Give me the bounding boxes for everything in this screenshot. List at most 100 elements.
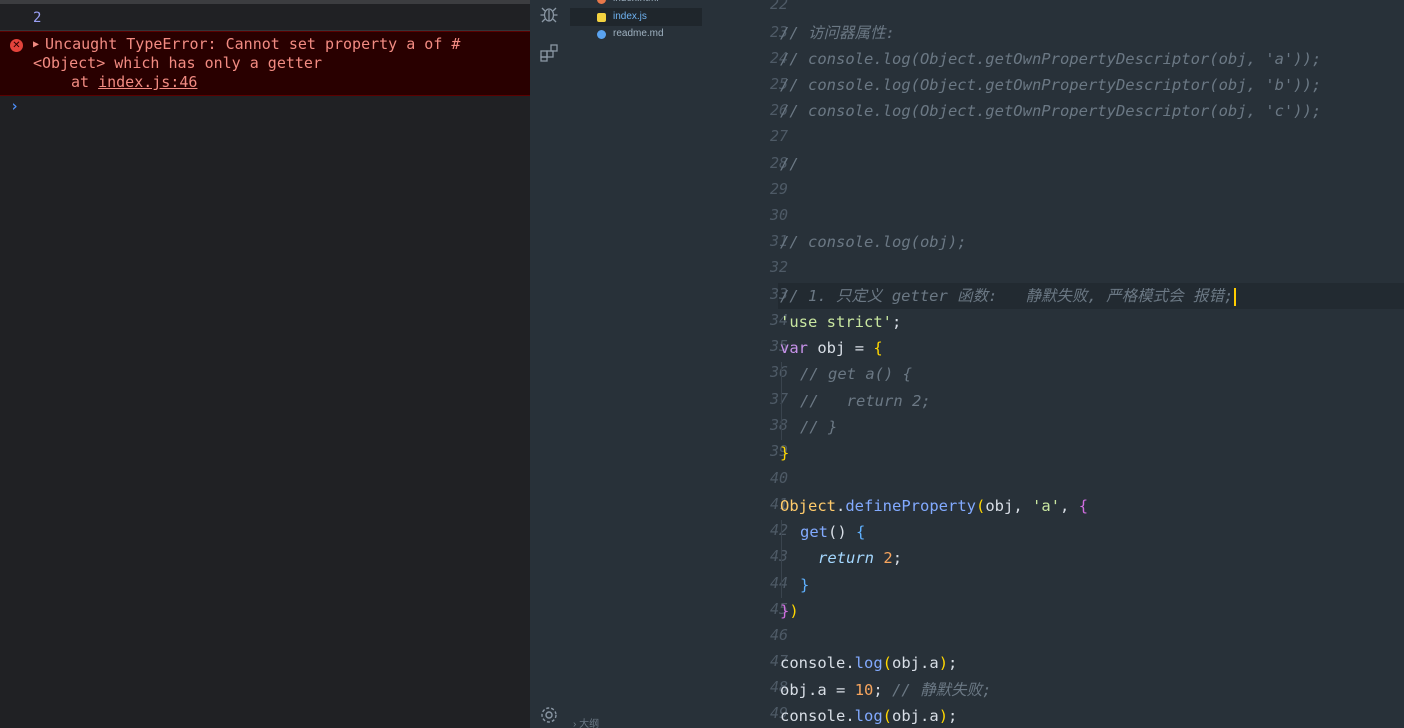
keyword-token: return [818, 549, 874, 567]
bracket-token: } [780, 444, 790, 462]
code-line-39: } [780, 440, 789, 466]
string-token: 'a' [1032, 497, 1061, 515]
code-line-43: return 2; [818, 549, 903, 567]
file-item-index-html[interactable]: index.html [570, 0, 702, 8]
string-token: 'use strict' [780, 313, 892, 331]
console-output-row: 2 [0, 6, 530, 31]
identifier-token: Object [780, 497, 836, 515]
code-line-33: // 1. 只定义 getter 函数: 静默失败, 严格模式会 报错; [780, 283, 1237, 309]
line-number: 40 [769, 469, 788, 487]
error-at-prefix: at [71, 73, 99, 91]
code-line-38: // } [800, 418, 838, 436]
punct-token: ; [891, 313, 902, 331]
number-token: 10 [854, 681, 874, 699]
line-number: 24 [769, 49, 788, 67]
file-name: index.html [613, 0, 659, 8]
code-line-24: // console.log(Object.getOwnPropertyDesc… [780, 50, 1322, 68]
line-number: 25 [769, 75, 788, 93]
line-number: 22 [769, 0, 788, 13]
indent-guide [781, 520, 782, 598]
line-number: 23 [769, 23, 788, 41]
line-number: 27 [769, 127, 788, 145]
file-explorer: index.html index.js readme.md › 大纲 [568, 0, 704, 728]
file-name: readme.md [613, 28, 664, 39]
line-number: 41 [769, 495, 788, 513]
text-cursor [1234, 287, 1237, 306]
function-token: get [800, 523, 828, 541]
outline-section-header[interactable]: › 大纲 [568, 716, 700, 728]
file-item-readme-md[interactable]: readme.md [570, 25, 702, 43]
function-token: defineProperty [845, 497, 976, 515]
line-number: 35 [769, 337, 788, 355]
settings-icon[interactable] [539, 705, 559, 725]
line-number: 34 [769, 311, 788, 329]
error-location: at index.js:46 [71, 73, 197, 92]
code-line-23: // 访问器属性: [780, 24, 895, 42]
line-number: 29 [769, 180, 788, 198]
code-line-37: // return 2; [800, 392, 931, 410]
indent-guide [781, 362, 782, 440]
file-name: index.js [613, 11, 647, 22]
line-number: 28 [769, 154, 788, 172]
code-line-42: get() { [800, 523, 866, 541]
info-file-icon [597, 30, 606, 39]
code-line-31: // console.log(obj); [780, 233, 967, 251]
console-top-border [0, 0, 530, 4]
line-number: 31 [769, 232, 788, 250]
expand-triangle-icon[interactable]: ▶ [33, 39, 39, 50]
line-number: 38 [769, 416, 788, 434]
line-number: 47 [769, 652, 788, 670]
js-file-icon [597, 13, 606, 22]
code-line-44: } [800, 576, 810, 594]
console-output-value: 2 [33, 10, 42, 26]
error-source-link[interactable]: index.js:46 [98, 73, 197, 91]
code-line-47: console.log(obj.a); [780, 654, 958, 672]
line-number: 43 [769, 547, 788, 565]
line-number: 42 [769, 521, 788, 539]
line-number: 26 [769, 101, 788, 119]
function-token: log [854, 707, 883, 725]
line-number: 32 [769, 258, 788, 276]
line-number: 33 [769, 285, 788, 303]
code-line-26: // console.log(Object.getOwnPropertyDesc… [780, 102, 1322, 120]
line-number: 49 [769, 704, 788, 722]
number-token: 2 [883, 549, 893, 567]
code-line-48: obj.a = 10; // 静默失败; [780, 681, 992, 699]
operator-token: = [854, 339, 865, 357]
identifier-token: obj [817, 339, 846, 357]
code-editor: index.html index.js readme.md › 大纲 22 23… [530, 0, 1404, 728]
devtools-console: 2 ✕ ▶ Uncaught TypeError: Cannot set pro… [0, 0, 530, 728]
code-line-45: }) [780, 602, 799, 620]
line-number: 36 [769, 363, 788, 381]
line-number: 48 [769, 678, 788, 696]
comment: // 静默失败; [892, 681, 992, 699]
code-line-41: Object.defineProperty(obj, 'a', { [780, 497, 1089, 515]
error-icon: ✕ [10, 39, 23, 52]
line-number: 30 [769, 206, 788, 224]
file-item-index-js[interactable]: index.js [570, 8, 702, 26]
line-number: 37 [769, 390, 788, 408]
code-line-25: // console.log(Object.getOwnPropertyDesc… [780, 76, 1322, 94]
bracket-token: { [873, 339, 883, 357]
error-text-line1: Uncaught TypeError: Cannot set property … [45, 35, 461, 53]
line-number: 39 [769, 442, 788, 460]
code-line-28: // [780, 155, 799, 173]
keyword-token: var [780, 339, 808, 357]
extensions-icon[interactable] [539, 43, 559, 63]
code-line-49: console.log(obj.a); [780, 707, 958, 725]
code-line-34: 'use strict'; [780, 309, 901, 335]
html-file-icon [597, 0, 606, 4]
line-number: 45 [769, 600, 788, 618]
debug-icon[interactable] [539, 4, 559, 24]
error-text-line2: <Object> which has only a getter [33, 54, 322, 72]
comment: // 1. 只定义 getter 函数: 静默失败, 严格模式会 报错; [780, 287, 1234, 305]
code-line-35: var obj = { [780, 335, 883, 361]
console-prompt-icon: › [10, 97, 20, 115]
line-number: 46 [769, 626, 788, 644]
console-error-message[interactable]: ✕ ▶ Uncaught TypeError: Cannot set prope… [0, 31, 530, 96]
line-number: 44 [769, 574, 788, 592]
console-input[interactable] [30, 98, 520, 118]
chevron-right-icon: › [573, 719, 577, 728]
activity-bar [530, 0, 568, 728]
outline-label: 大纲 [579, 719, 600, 728]
